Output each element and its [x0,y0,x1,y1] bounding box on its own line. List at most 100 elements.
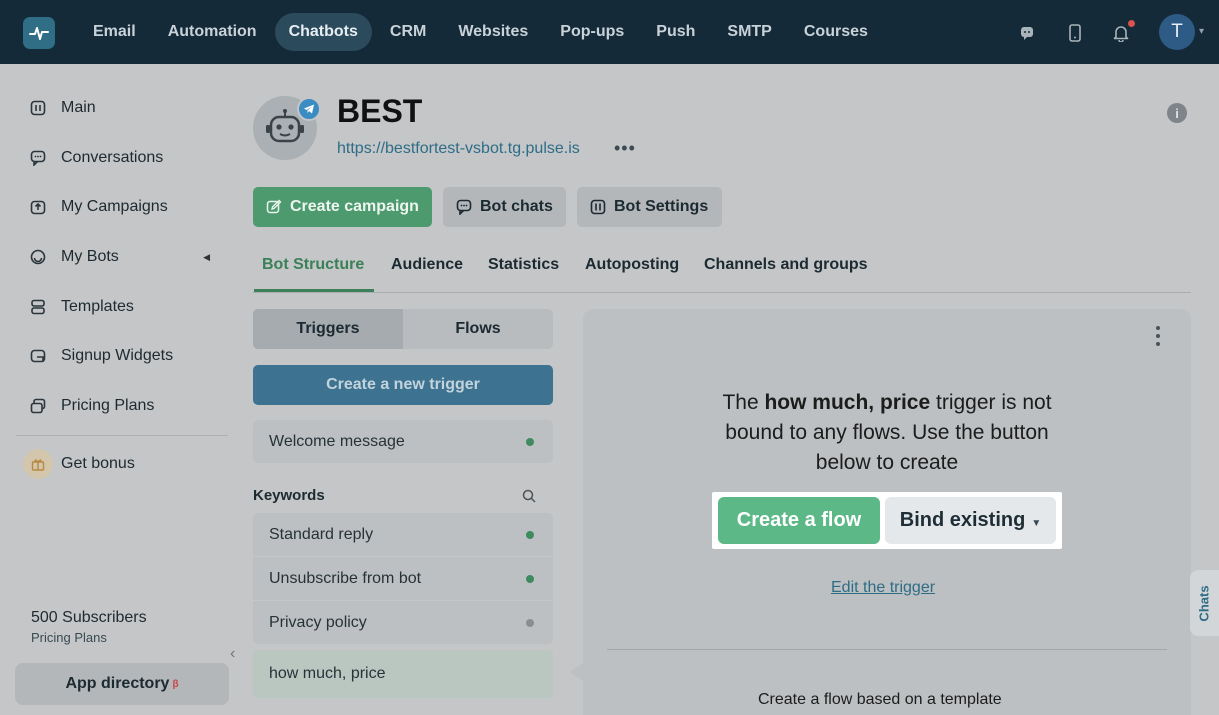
trigger-standard-reply[interactable]: Standard reply [253,513,553,556]
nav-tab-chatbots[interactable]: Chatbots [274,13,372,51]
trigger-label: Privacy policy [269,613,367,631]
bot-icon [29,248,47,266]
tab-statistics[interactable]: Statistics [488,256,559,274]
trigger-privacy-policy[interactable]: Privacy policy [253,601,553,644]
bind-existing-button[interactable]: Bind existing ▼ [885,497,1056,544]
nav-tabs: Email Automation Chatbots CRM Websites P… [79,13,882,51]
collapse-sidebar-icon[interactable]: ‹ [230,645,235,663]
chats-tab-label: Chats [1197,584,1212,622]
bot-settings-label: Bot Settings [614,198,709,215]
info-icon[interactable]: i [1167,103,1187,123]
chat-widget-icon[interactable] [1016,22,1038,44]
trigger-label: Welcome message [269,432,405,450]
bot-chats-button[interactable]: Bot chats [443,187,566,227]
status-dot-inactive [526,618,534,627]
sidebar-item-get-bonus[interactable]: Get bonus [16,444,228,484]
sidebar-item-signup-widgets[interactable]: Signup Widgets [16,336,228,376]
subscribers-count: 500 Subscribers [31,609,147,626]
tab-audience[interactable]: Audience [391,256,463,274]
chevron-down-icon[interactable]: ▾ [1199,26,1204,37]
widget-icon [29,347,47,365]
triggers-toggle[interactable]: Triggers [253,309,403,349]
edit-trigger-link[interactable]: Edit the trigger [831,579,935,597]
settings-sliders-icon [589,198,607,216]
pricing-icon [29,397,47,415]
bot-tabs: Bot Structure Audience Statistics Autopo… [253,250,1191,293]
edit-icon [265,198,283,216]
tab-autoposting[interactable]: Autoposting [585,256,679,274]
telegram-icon [297,97,321,121]
top-navigation: Email Automation Chatbots CRM Websites P… [0,0,1219,64]
keywords-heading: Keywords [253,487,325,504]
sendpulse-logo-icon[interactable] [23,17,55,49]
templates-icon [29,298,47,316]
sidebar-item-label: Conversations [61,149,164,166]
dashboard-icon [29,99,47,117]
trigger-how-much-price[interactable]: how much, price [253,650,553,698]
flows-toggle[interactable]: Flows [403,309,553,349]
trigger-label: Standard reply [269,525,374,543]
nav-tab-crm[interactable]: CRM [376,13,440,51]
nav-tab-popups[interactable]: Pop-ups [546,13,638,51]
sidebar-item-conversations[interactable]: Conversations [16,138,228,178]
kebab-menu-icon[interactable] [1151,326,1165,346]
sidebar-item-label: Pricing Plans [61,397,155,414]
nav-tab-push[interactable]: Push [642,13,709,51]
sidebar-item-label: Signup Widgets [61,347,174,364]
create-campaign-button[interactable]: Create campaign [253,187,432,227]
tab-bot-structure[interactable]: Bot Structure [262,256,364,274]
triggers-flows-toggle: Triggers Flows [253,309,553,349]
tab-channels-and-groups[interactable]: Channels and groups [704,256,868,274]
chat-icon [455,198,473,216]
trigger-welcome-message[interactable]: Welcome message [253,420,553,463]
campaign-icon [29,198,47,216]
create-flow-button[interactable]: Create a flow [718,497,880,544]
pricing-plans-link[interactable]: Pricing Plans [31,630,107,645]
app-directory-button[interactable]: App directory β [15,663,229,705]
nav-tab-smtp[interactable]: SMTP [713,13,785,51]
template-section-title: Create a flow based on a template [758,691,1002,708]
sidebar-item-templates[interactable]: Templates [16,287,228,327]
status-dot-active [526,574,534,583]
create-campaign-label: Create campaign [290,198,419,215]
notification-dot [1128,20,1135,27]
create-new-trigger-button[interactable]: Create a new trigger [253,365,553,405]
sidebar-item-main[interactable]: Main [16,88,228,128]
sidebar-item-label: My Campaigns [61,198,168,215]
bot-name-title: BEST [337,93,423,129]
sidebar-item-label: Get bonus [61,455,135,472]
active-tab-indicator [254,289,374,292]
nav-tab-courses[interactable]: Courses [790,13,882,51]
sidebar-item-label: Templates [61,298,134,315]
bind-existing-label: Bind existing [899,509,1026,531]
trigger-unsubscribe[interactable]: Unsubscribe from bot [253,557,553,600]
chat-icon [29,149,47,167]
bot-settings-button[interactable]: Bot Settings [577,187,722,227]
mobile-icon[interactable] [1064,22,1086,44]
more-options-icon[interactable]: ••• [614,138,636,159]
app-directory-label: App directory [65,675,170,692]
trigger-not-bound-message: The how much, price trigger is not bound… [722,391,1052,474]
sidebar: Main Conversations My Campaigns My Bots … [0,64,244,715]
chevron-down-icon: ▼ [1031,518,1042,529]
nav-tab-automation[interactable]: Automation [154,13,271,51]
beta-badge: β [172,678,179,690]
sidebar-item-label: My Bots [61,248,119,265]
sidebar-item-pricing-plans[interactable]: Pricing Plans [16,386,228,426]
user-avatar[interactable]: T [1159,14,1195,50]
nav-tab-websites[interactable]: Websites [444,13,542,51]
chevron-left-icon[interactable]: ◀ [203,252,210,263]
nav-tab-email[interactable]: Email [79,13,150,51]
bot-chats-label: Bot chats [480,198,553,215]
status-dot-active [526,437,534,446]
sidebar-item-my-bots[interactable]: My Bots ◀ [16,237,228,277]
selection-pointer [570,663,583,681]
bot-url-link[interactable]: https://bestfortest-vsbot.tg.pulse.is [337,140,580,158]
trigger-label: Unsubscribe from bot [269,569,422,587]
search-icon[interactable] [521,488,537,504]
gift-icon [23,449,53,479]
chats-side-tab[interactable]: Chats [1190,570,1219,636]
sidebar-item-label: Main [61,99,96,116]
sidebar-divider [16,435,228,436]
sidebar-item-my-campaigns[interactable]: My Campaigns [16,187,228,227]
